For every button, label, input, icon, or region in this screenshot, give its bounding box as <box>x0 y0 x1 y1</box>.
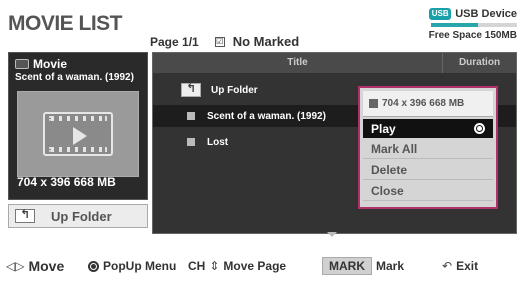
preview-category: Movie <box>33 57 68 71</box>
film-icon <box>43 112 113 156</box>
help-popup-label: PopUp Menu <box>103 259 177 273</box>
up-folder-button[interactable]: Up Folder <box>8 204 148 228</box>
help-exit: ↶ Exit <box>442 256 478 276</box>
menu-item-delete[interactable]: Delete <box>363 161 493 180</box>
free-space-label: Free Space 150MB <box>428 30 517 41</box>
thumbnail <box>17 91 139 177</box>
menu-item-close[interactable]: Close <box>363 182 493 201</box>
ok-button-icon <box>88 260 99 272</box>
ch-updown-icon: ⇕ <box>209 259 220 273</box>
menu-item-mark-all[interactable]: Mark All <box>363 140 493 159</box>
help-move-page-label: Move Page <box>223 259 287 273</box>
help-mark: MARK Mark <box>322 256 404 276</box>
movie-folder-icon <box>15 59 29 69</box>
list-header: Title Duration <box>153 53 516 73</box>
checkbox-icon: ☑ <box>214 36 225 47</box>
menu-item-label: Mark All <box>371 142 418 156</box>
file-icon <box>187 138 195 146</box>
help-popup: PopUp Menu <box>88 256 176 276</box>
menu-item-label: Play <box>371 121 396 136</box>
mark-key: MARK <box>322 257 372 275</box>
help-move: ◁▷ Move <box>6 256 64 276</box>
popup-info-text: 704 x 396 668 MB <box>382 98 465 109</box>
play-icon <box>73 127 87 145</box>
help-exit-label: Exit <box>456 259 479 273</box>
menu-item-label: Delete <box>371 163 408 177</box>
help-ch-label: CH <box>188 259 206 273</box>
file-icon <box>187 112 195 120</box>
footer-help-bar: ◁▷ Move PopUp Menu CH ⇕ Move Page MARK M… <box>0 256 523 276</box>
page-indicator: Page 1/1 <box>150 34 199 49</box>
device-name: USB Device <box>455 8 517 20</box>
help-ch: CH ⇕ Move Page <box>188 256 286 276</box>
help-mark-label: Mark <box>376 259 405 273</box>
popup-info: 704 x 396 668 MB <box>363 91 493 117</box>
usb-icon: USB <box>429 8 452 20</box>
list-item-label: Lost <box>207 136 229 148</box>
back-icon: ↶ <box>442 259 453 273</box>
radio-selected-icon <box>474 123 485 134</box>
free-space-bar <box>431 23 517 27</box>
file-info-icon <box>369 99 378 108</box>
folder-icon <box>181 81 201 97</box>
column-title: Title <box>287 57 308 68</box>
preview-panel: Movie Scent of a waman. (1992) 704 x 396… <box>8 52 148 200</box>
list-item-label: Up Folder <box>211 84 258 96</box>
menu-item-play[interactable]: Play <box>363 119 493 138</box>
page-info: Page 1/1 ☑ No Marked <box>150 34 299 49</box>
marked-status: No Marked <box>232 34 300 49</box>
navigation-arrows-icon: ◁▷ <box>6 259 25 273</box>
device-info: USB USB Device Free Space 150MB <box>429 8 517 41</box>
page-title: MOVIE LIST <box>8 12 123 35</box>
list-item-label: Scent of a waman. (1992) <box>207 110 326 122</box>
scroll-down-icon[interactable] <box>327 232 337 237</box>
column-duration: Duration <box>442 53 516 73</box>
popup-menu: 704 x 396 668 MB Play Mark All Delete Cl… <box>358 86 498 209</box>
preview-resolution: 704 x 396 668 MB <box>17 175 116 189</box>
preview-title: Scent of a waman. (1992) <box>15 72 134 83</box>
up-folder-icon <box>15 207 35 223</box>
help-move-label: Move <box>28 258 65 274</box>
free-space-fill <box>431 23 479 27</box>
up-folder-label: Up Folder <box>51 208 112 224</box>
menu-item-label: Close <box>371 184 404 198</box>
preview-header: Movie Scent of a waman. (1992) <box>9 53 147 87</box>
